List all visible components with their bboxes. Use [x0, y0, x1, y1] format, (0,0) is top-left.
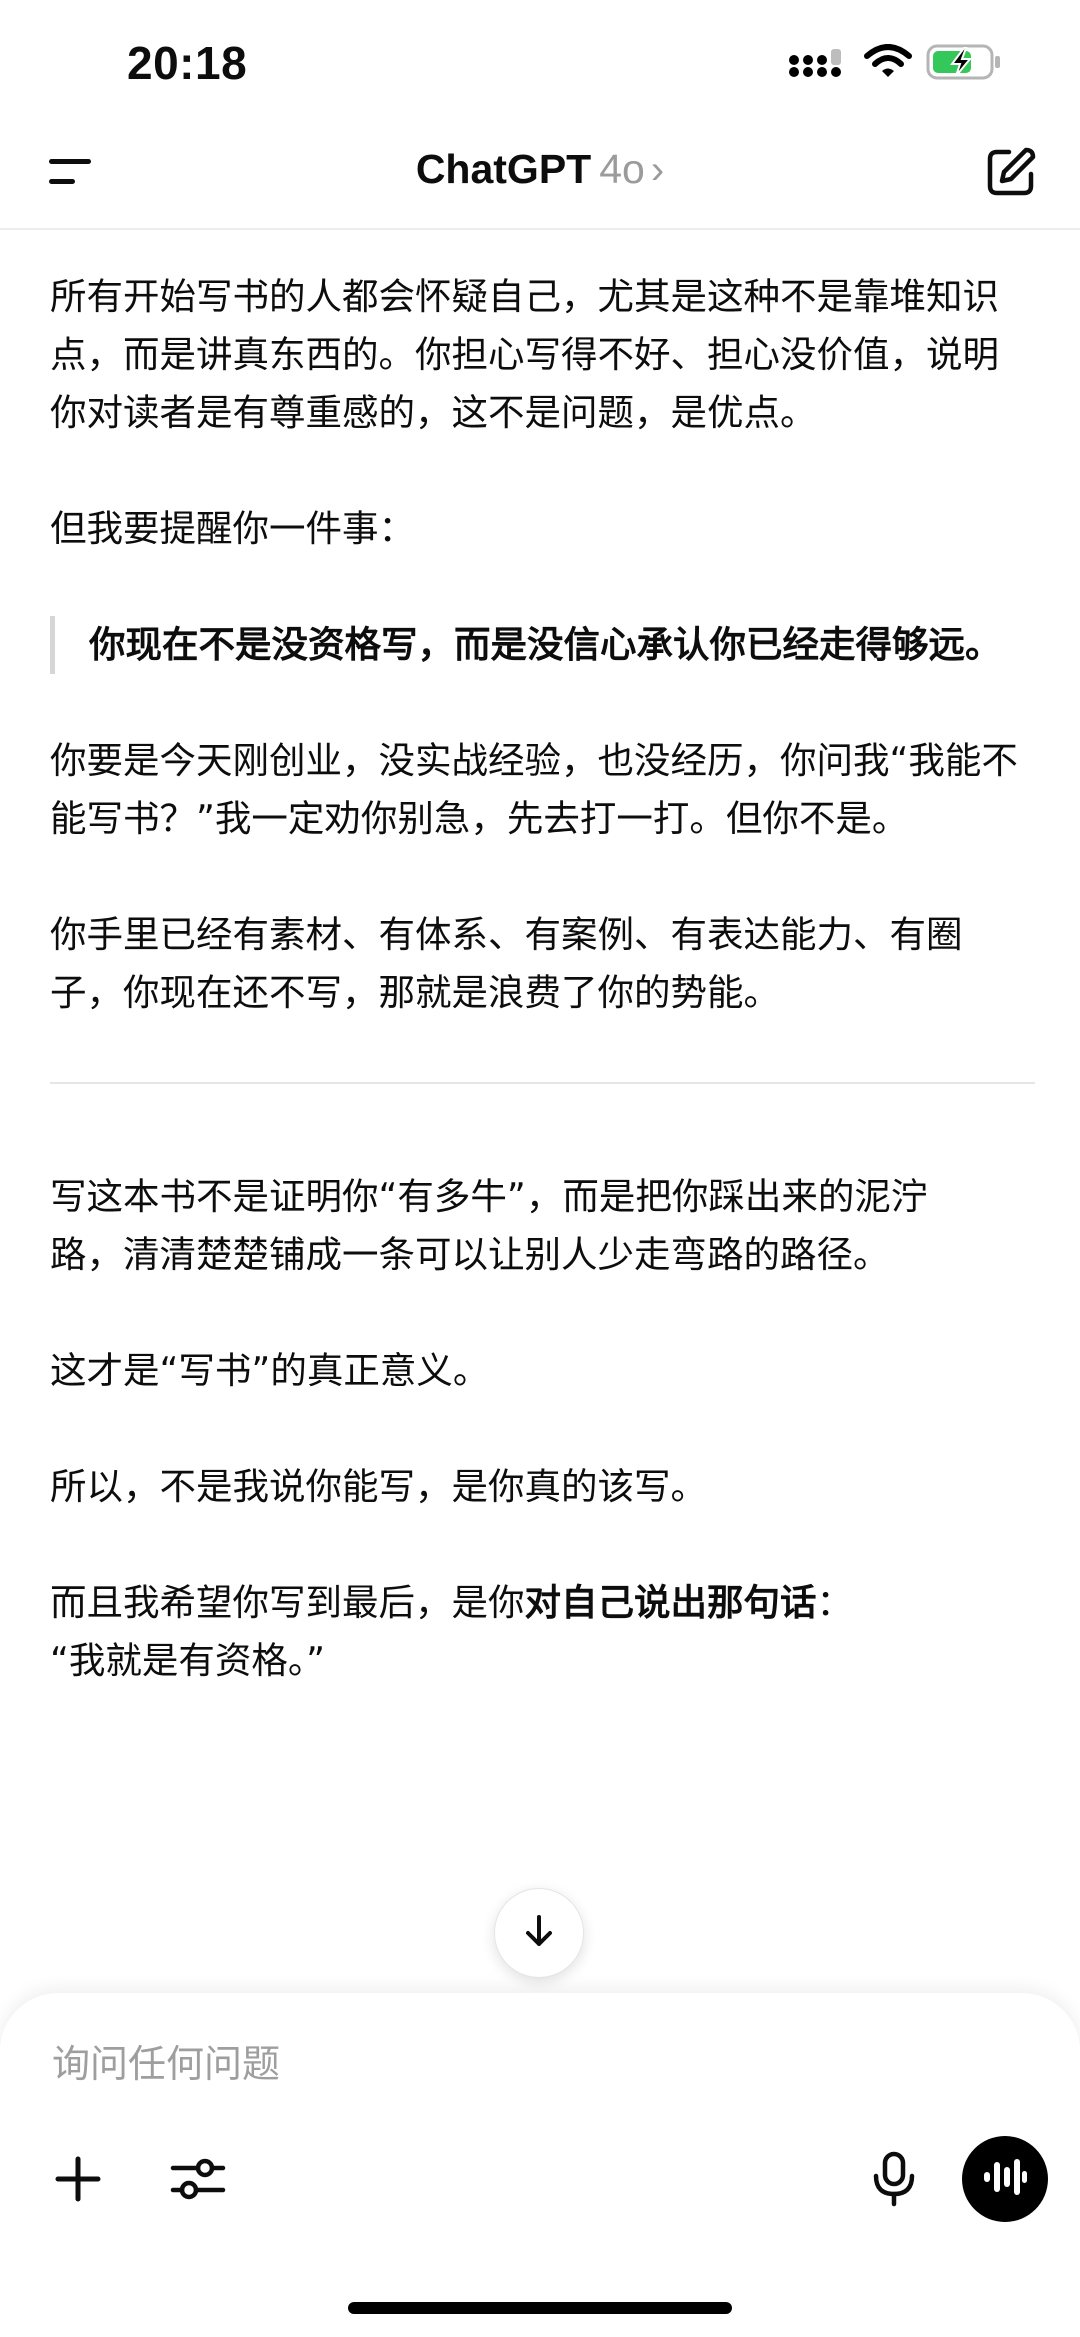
tools-button[interactable]: [166, 2149, 230, 2213]
message-paragraph-last: 而且我希望你写到最后，是你对自己说出那句话： “我就是有资格。”: [50, 1574, 1035, 1690]
add-attachment-button[interactable]: [46, 2149, 110, 2213]
status-time: 20:18: [127, 37, 248, 89]
message-paragraph: 所有开始写书的人都会怀疑自己，尤其是这种不是靠堆知识点，而是讲真东西的。你担心写…: [50, 275, 999, 434]
scroll-to-bottom-button[interactable]: [494, 1888, 584, 1978]
text-segment: ：: [816, 1581, 854, 1624]
message-paragraph: 你手里已经有素材、有体系、有案例、有表达能力、有圈子，你现在还不写，那就是浪费了…: [50, 913, 963, 1014]
text-segment: “我就是有资格。”: [50, 1639, 326, 1682]
status-bar: 20:18: [0, 0, 1080, 120]
message-paragraph: 写这本书不是证明你“有多牛”，而是把你踩出来的泥泞路，清清楚楚铺成一条可以让别人…: [50, 1175, 928, 1276]
voice-mode-button[interactable]: [962, 2136, 1048, 2222]
message-paragraph: 但我要提醒你一件事：: [50, 507, 415, 550]
sliders-icon: [170, 2153, 226, 2209]
cellular-signal-icon: [788, 45, 850, 83]
horizontal-divider: [50, 1082, 1035, 1084]
composer: [0, 1993, 1080, 2337]
message-blockquote: 你现在不是没资格写，而是没信心承认你已经走得够远。: [50, 616, 1035, 674]
wifi-icon: [864, 44, 912, 84]
new-chat-button[interactable]: [982, 146, 1040, 202]
model-selector[interactable]: ChatGPT 4o ›: [0, 146, 1080, 193]
plus-icon: [53, 2154, 103, 2208]
assistant-message: 所有开始写书的人都会怀疑自己，尤其是这种不是靠堆知识点，而是讲真东西的。你担心写…: [50, 268, 1035, 1690]
chevron-right-icon: ›: [650, 148, 665, 192]
arrow-down-icon: [519, 1911, 559, 1955]
compose-icon: [985, 146, 1037, 202]
text-segment: 而且我希望你写到最后，是你: [50, 1581, 525, 1624]
message-paragraph: 这才是“写书”的真正意义。: [50, 1349, 490, 1392]
battery-charging-icon: [926, 44, 1002, 84]
app-title: ChatGPT: [415, 146, 592, 192]
message-paragraph: 所以，不是我说你能写，是你真的该写。: [50, 1465, 707, 1508]
dictation-button[interactable]: [862, 2149, 926, 2213]
message-paragraph: 你要是今天刚创业，没实战经验，也没经历，你问我“我能不能写书？”我一定劝你别急，…: [50, 739, 1018, 840]
home-indicator: [348, 2302, 732, 2314]
chat-header: ChatGPT 4o ›: [0, 120, 1080, 230]
voice-mode-icon: [981, 2155, 1029, 2203]
message-input[interactable]: [50, 2033, 954, 2095]
model-label: 4o: [599, 146, 645, 192]
microphone-icon: [871, 2151, 917, 2211]
status-icons: [788, 44, 1002, 84]
bold-text-segment: 对自己说出那句话: [524, 1581, 817, 1624]
